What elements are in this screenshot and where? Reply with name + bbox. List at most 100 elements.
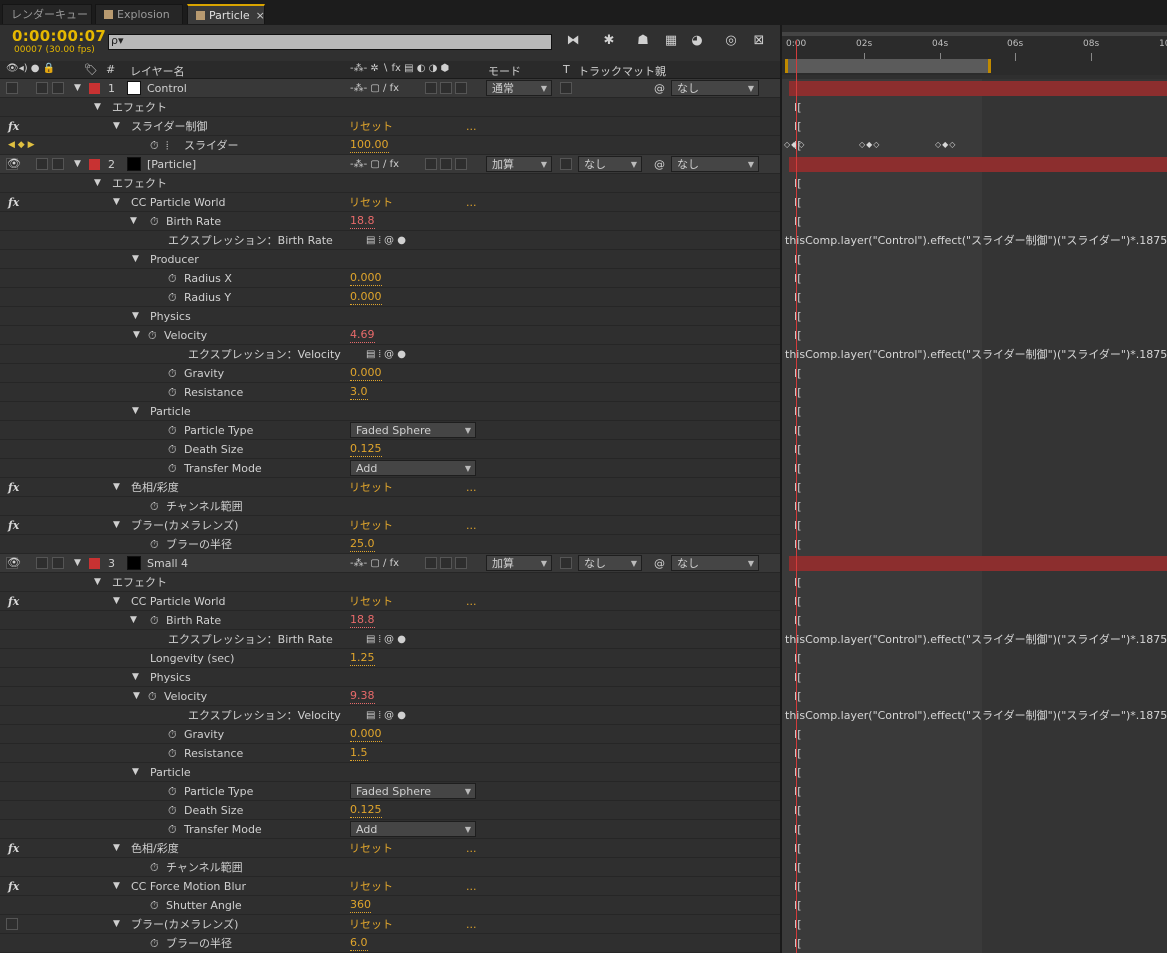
expand-triangle-icon[interactable]: ▼ <box>132 402 139 421</box>
property-row[interactable]: ⏱ ◀ ◆ ▶ ⦙ スライダー 100.00 <box>0 136 780 155</box>
expand-triangle-icon[interactable]: ▼ <box>94 174 101 193</box>
shy-icon[interactable]: ☗ <box>632 32 654 50</box>
video-switch[interactable] <box>6 82 18 94</box>
expand-triangle-icon[interactable]: ▼ <box>74 554 81 573</box>
effect-options[interactable]: ... <box>466 915 477 934</box>
property-row[interactable]: ⏱ Transfer Mode Add ▼ <box>0 820 780 839</box>
frame-blend-switch[interactable] <box>425 557 437 569</box>
property-value[interactable]: 0.000 <box>350 727 382 742</box>
expand-triangle-icon[interactable]: ▼ <box>130 611 137 630</box>
fx-icon[interactable]: fx <box>8 193 19 212</box>
property-row[interactable]: ▼ ⏱ Birth Rate 18.8 <box>0 611 780 630</box>
expand-triangle-icon[interactable]: ▼ <box>132 763 139 782</box>
expand-triangle-icon[interactable]: ▼ <box>113 516 120 535</box>
layer-duration-bar[interactable] <box>789 81 1167 96</box>
current-time-display[interactable]: 0:00:00:07 <box>12 27 106 45</box>
stopwatch-icon[interactable]: ⏱ <box>148 326 157 345</box>
property-row[interactable]: エクスプレッション：Birth Rate ▤ ⦙ @ ● <box>0 231 780 250</box>
property-value[interactable]: 360 <box>350 898 371 913</box>
property-value[interactable]: 100.00 <box>350 138 389 153</box>
stopwatch-icon[interactable]: ⏱ <box>150 535 159 554</box>
property-value[interactable]: 4.69 <box>350 328 375 343</box>
expand-triangle-icon[interactable]: ▼ <box>132 668 139 687</box>
stopwatch-icon[interactable]: ⏱ <box>168 725 177 744</box>
stopwatch-icon[interactable]: ⏱ <box>168 820 177 839</box>
tab-explosion[interactable]: Explosion <box>95 4 183 24</box>
motion-blur-switch[interactable] <box>440 158 452 170</box>
property-dropdown[interactable]: Add ▼ <box>350 460 476 476</box>
expression-text[interactable]: thisComp.layer("Control").effect("スライダー制… <box>785 630 1167 649</box>
preserve-transparency-switch[interactable] <box>560 158 572 170</box>
work-area-bar[interactable] <box>785 59 991 73</box>
property-value[interactable]: 1.5 <box>350 746 368 761</box>
property-value[interactable]: 6.0 <box>350 936 368 951</box>
property-value[interactable]: 0.000 <box>350 290 382 305</box>
eye-icon[interactable]: 👁 <box>7 553 21 572</box>
stopwatch-icon[interactable]: ⏱ <box>150 896 159 915</box>
layer-switches[interactable]: -⁂- ▢ ∕ fx <box>350 554 399 573</box>
lock-switch[interactable] <box>52 557 64 569</box>
property-row[interactable]: ⏱ Resistance 3.0 <box>0 383 780 402</box>
stopwatch-icon[interactable]: ⏱ <box>148 687 157 706</box>
property-value[interactable]: 9.38 <box>350 689 375 704</box>
mode-dropdown[interactable]: 加算 ▼ <box>486 555 552 571</box>
property-value[interactable]: 1.25 <box>350 651 375 666</box>
stopwatch-icon[interactable]: ⏱ <box>150 934 159 953</box>
label-color[interactable] <box>89 558 100 569</box>
fx-icon[interactable]: fx <box>8 839 19 858</box>
property-row[interactable]: fx ▼ 色相/彩度 リセット... <box>0 839 780 858</box>
motion-blur-icon[interactable]: ◕ <box>686 32 708 50</box>
property-row[interactable]: ⏱ Death Size 0.125 <box>0 801 780 820</box>
keyframe-group[interactable]: ◇◆◇ <box>859 140 880 149</box>
stopwatch-icon[interactable]: ⏱ <box>168 383 177 402</box>
draft-3d-icon[interactable]: ✱ <box>598 32 620 50</box>
label-color[interactable] <box>89 83 100 94</box>
expression-controls-icons[interactable]: ▤ ⦙ @ ● <box>366 345 406 364</box>
pick-whip-icon[interactable]: @ <box>654 79 665 98</box>
layer-name[interactable]: Small 4 <box>147 554 188 573</box>
property-dropdown[interactable]: Faded Sphere ▼ <box>350 783 476 799</box>
property-row[interactable]: ▼ ブラー(カメラレンズ) リセット... <box>0 915 780 934</box>
reset-link[interactable]: リセット <box>349 478 393 497</box>
stopwatch-icon[interactable]: ⏱ <box>150 497 159 516</box>
expand-triangle-icon[interactable]: ▼ <box>132 250 139 269</box>
layer-row[interactable]: ▼ 1 Control -⁂- ▢ ∕ fx 通常 ▼ @ なし ▼ <box>0 79 780 98</box>
expression-text[interactable]: thisComp.layer("Control").effect("スライダー制… <box>785 345 1167 364</box>
stopwatch-icon[interactable]: ⏱ <box>168 744 177 763</box>
reset-link[interactable]: リセット <box>349 117 393 136</box>
stopwatch-icon[interactable]: ⏱ <box>168 421 177 440</box>
expand-triangle-icon[interactable]: ▼ <box>113 478 120 497</box>
property-row[interactable]: Longevity (sec) 1.25 <box>0 649 780 668</box>
frame-blending-icon[interactable]: ▦ <box>660 32 682 50</box>
property-row[interactable]: fx ▼ CC Particle World リセット... <box>0 193 780 212</box>
property-row[interactable]: fx ▼ ブラー(カメラレンズ) リセット... <box>0 516 780 535</box>
layer-duration-bar[interactable] <box>789 157 1167 172</box>
navigator-bar[interactable] <box>782 32 1167 36</box>
current-time-indicator[interactable] <box>796 40 797 953</box>
property-row[interactable]: ▼ Physics <box>0 307 780 326</box>
fx-icon[interactable]: fx <box>8 478 19 497</box>
property-row[interactable]: ▼ Particle <box>0 402 780 421</box>
property-row[interactable]: ▼ ⏱ Velocity 4.69 <box>0 326 780 345</box>
property-row[interactable]: エクスプレッション：Velocity ▤ ⦙ @ ● <box>0 706 780 725</box>
property-row[interactable]: fx ▼ スライダー制御 リセット... <box>0 117 780 136</box>
expand-triangle-icon[interactable]: ▼ <box>113 592 120 611</box>
keyframe-group[interactable]: ◇◆◇ <box>784 140 805 149</box>
stopwatch-icon[interactable]: ⏱ <box>150 858 159 877</box>
property-row[interactable]: ▼ エフェクト <box>0 98 780 117</box>
property-value[interactable]: 0.000 <box>350 271 382 286</box>
expand-triangle-icon[interactable]: ▼ <box>133 687 140 706</box>
property-row[interactable]: ⏱ Radius Y 0.000 <box>0 288 780 307</box>
expression-controls-icons[interactable]: ▤ ⦙ @ ● <box>366 630 406 649</box>
parent-dropdown[interactable]: なし ▼ <box>671 80 759 96</box>
graph-icon[interactable]: ⦙ <box>166 136 168 155</box>
property-row[interactable]: ▼ ⏱ Velocity 9.38 <box>0 687 780 706</box>
layer-switches[interactable]: -⁂- ▢ ∕ fx <box>350 155 399 174</box>
effect-switch[interactable] <box>6 918 18 930</box>
fx-icon[interactable]: fx <box>8 592 19 611</box>
stopwatch-icon[interactable]: ⏱ <box>168 801 177 820</box>
expand-triangle-icon[interactable]: ▼ <box>130 212 137 231</box>
effect-options[interactable]: ... <box>466 592 477 611</box>
expression-text[interactable]: thisComp.layer("Control").effect("スライダー制… <box>785 231 1167 250</box>
layer-duration-bar[interactable] <box>789 556 1167 571</box>
